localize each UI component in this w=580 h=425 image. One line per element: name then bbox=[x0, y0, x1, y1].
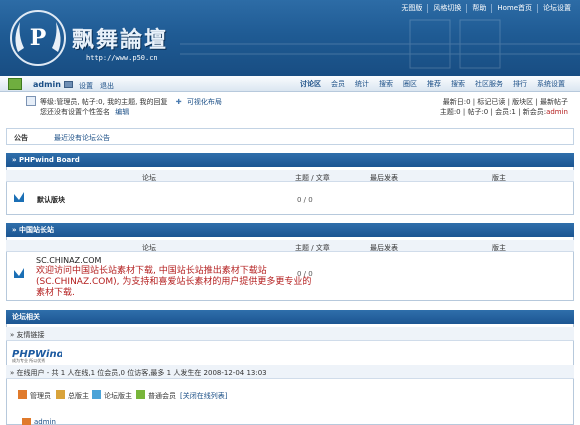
top-link-no-image[interactable]: 无图版 bbox=[396, 4, 427, 13]
forum-status-icon bbox=[12, 190, 26, 204]
main-nav-menu: 讨论区 会员 统计 搜索 圈区 推荐 搜索 社区服务 排行 系统设置 bbox=[295, 79, 570, 89]
column-topics: 主题 / 文章 bbox=[295, 174, 330, 182]
nav-item-ranking[interactable]: 排行 bbox=[508, 79, 532, 89]
svg-text:成为专业 所以优秀: 成为专业 所以优秀 bbox=[12, 357, 45, 363]
nav-item-recommend[interactable]: 推荐 bbox=[422, 79, 446, 89]
header-banner: P 飘舞論壇 http://www.p50.cn 无图版 风格切换 帮助 Hom… bbox=[0, 0, 580, 76]
nav-item-community-service[interactable]: 社区服务 bbox=[470, 79, 508, 89]
header-decoration bbox=[180, 19, 580, 69]
nav-item-search[interactable]: 搜索 bbox=[374, 79, 398, 89]
legend-moderator: 论坛版主 bbox=[104, 392, 132, 400]
forum-totals: 主题:0 | 帖子:0 | 会员:1 | 新会员:admin bbox=[440, 107, 568, 117]
latest-links[interactable]: 最新日:0 | 标记已读 | 版块区 | 最新帖子 bbox=[443, 97, 568, 107]
column-moderator: 版主 bbox=[492, 244, 506, 252]
nav-item-system-settings[interactable]: 系统设置 bbox=[532, 79, 570, 89]
column-last-post: 最后发表 bbox=[370, 244, 398, 252]
forum-link-chinaz[interactable]: SC.CHINAZ.COM bbox=[36, 256, 101, 265]
friend-links-label: » 友情链接 bbox=[10, 331, 45, 339]
column-header-row bbox=[6, 170, 574, 182]
super-moderator-legend-icon bbox=[56, 390, 65, 399]
nav-item-stats[interactable]: 统计 bbox=[350, 79, 374, 89]
phpwind-logo[interactable]: PHPWind 成为专业 所以优秀 bbox=[12, 347, 62, 363]
user-stats-line: 等级:管理员, 帖子:0, 我的主题, 我的回复 ✚ 可视化布局 bbox=[40, 97, 222, 107]
column-last-post: 最后发表 bbox=[370, 174, 398, 182]
legend-member: 普通会员 bbox=[148, 392, 176, 400]
forum-stats: 0 / 0 bbox=[297, 196, 313, 204]
column-forum: 论坛 bbox=[142, 244, 156, 252]
close-online-list-link[interactable]: [关闭在线列表] bbox=[180, 391, 227, 401]
logo-emblem-icon: P bbox=[10, 10, 66, 66]
admin-legend-icon bbox=[18, 390, 27, 399]
user-avatar[interactable] bbox=[8, 78, 22, 90]
user-logout-link[interactable]: 退出 bbox=[100, 81, 114, 91]
friend-links-bar bbox=[6, 327, 574, 341]
online-users-summary: » 在线用户 - 共 1 人在线,1 位会员,0 位访客,最多 1 人发生在 2… bbox=[10, 369, 267, 377]
legend-admin: 管理员 bbox=[30, 392, 51, 400]
mail-icon[interactable] bbox=[64, 81, 73, 88]
site-title[interactable]: 飘舞論壇 bbox=[72, 22, 168, 54]
edit-signature-link[interactable]: 编辑 bbox=[115, 108, 129, 116]
top-link-help[interactable]: 帮助 bbox=[466, 3, 491, 13]
column-moderator: 版主 bbox=[492, 174, 506, 182]
newest-member-link[interactable]: admin bbox=[546, 108, 568, 116]
user-stats-text[interactable]: 等级:管理员, 帖子:0, 我的主题, 我的回复 bbox=[40, 98, 168, 106]
column-topics: 主题 / 文章 bbox=[295, 244, 330, 252]
plus-icon: ✚ bbox=[175, 98, 182, 106]
online-user-link[interactable]: admin bbox=[34, 418, 56, 425]
nav-item-forum[interactable]: 讨论区 bbox=[295, 79, 326, 89]
site-url[interactable]: http://www.p50.cn bbox=[86, 54, 158, 62]
visual-layout-link[interactable]: 可视化布局 bbox=[187, 98, 222, 106]
forum-description: 欢迎访问中国站长站素材下载, 中国站长站推出素材下载站(SC.CHINAZ.CO… bbox=[36, 266, 312, 298]
forum-status-icon bbox=[14, 268, 24, 278]
announcement-text[interactable]: 最近没有论坛公告 bbox=[54, 133, 110, 143]
nav-item-members[interactable]: 会员 bbox=[326, 79, 350, 89]
nav-item-circles[interactable]: 圈区 bbox=[398, 79, 422, 89]
nav-item-search-2[interactable]: 搜索 bbox=[446, 79, 470, 89]
user-level-icon bbox=[26, 96, 36, 106]
top-link-home[interactable]: Home首页 bbox=[491, 3, 537, 13]
announcement-label: 公告 bbox=[14, 134, 28, 142]
forum-stats: 0 / 0 bbox=[297, 270, 313, 278]
user-settings-link[interactable]: 设置 bbox=[79, 81, 93, 91]
svg-text:P: P bbox=[30, 25, 47, 51]
column-forum: 论坛 bbox=[142, 174, 156, 182]
moderator-legend-icon bbox=[92, 390, 101, 399]
section-title-phpwind[interactable]: » PHPwind Board bbox=[6, 153, 574, 167]
legend-super-moderator: 总版主 bbox=[68, 392, 89, 400]
section-title-chinaz[interactable]: » 中国站长站 bbox=[6, 223, 574, 237]
member-legend-icon bbox=[136, 390, 145, 399]
forum-totals-text: 主题:0 | 帖子:0 | 会员:1 | 新会员: bbox=[439, 108, 547, 116]
top-link-style-switch[interactable]: 风格切换 bbox=[427, 3, 466, 13]
column-header-row bbox=[6, 240, 574, 252]
user-name-link[interactable]: admin bbox=[33, 80, 61, 89]
top-link-settings[interactable]: 论坛设置 bbox=[537, 3, 576, 13]
forum-link-default[interactable]: 默认版块 bbox=[37, 195, 65, 205]
signature-line: 您还没有设置个性签名 编辑 bbox=[40, 107, 129, 117]
section-title-related: 论坛相关 bbox=[6, 310, 574, 324]
online-user-icon bbox=[22, 418, 31, 425]
signature-text: 您还没有设置个性签名 bbox=[40, 108, 110, 116]
top-links: 无图版 风格切换 帮助 Home首页 论坛设置 bbox=[396, 2, 576, 14]
